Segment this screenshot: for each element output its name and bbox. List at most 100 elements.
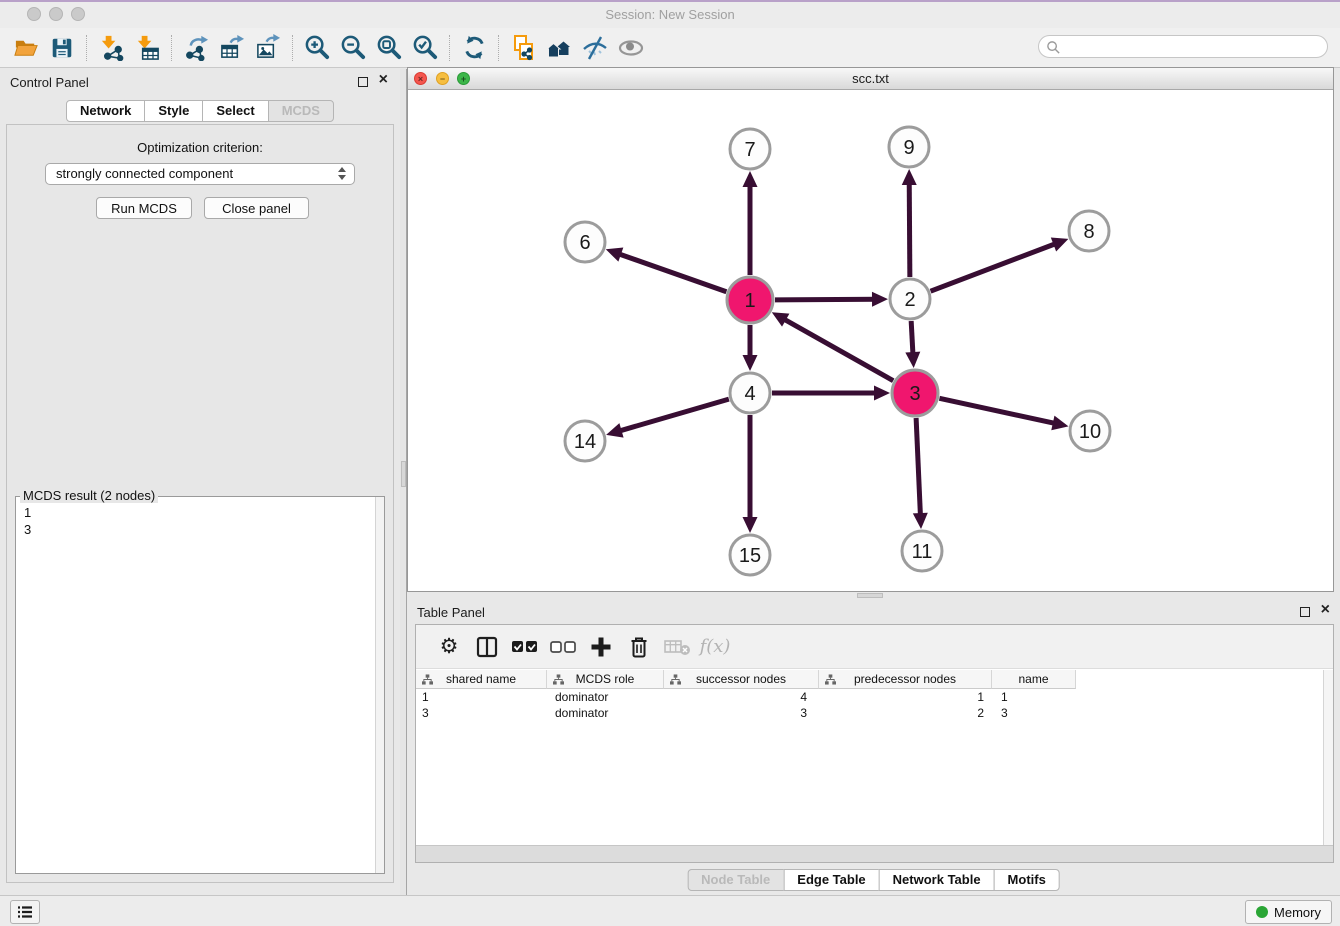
delete-table-button[interactable] [658,629,696,665]
function-builder-button[interactable]: f(x) [696,629,734,665]
import-table-button[interactable] [129,32,165,64]
network-canvas[interactable]: 7968124314101511 [408,91,1333,591]
show-all-button[interactable] [613,32,649,64]
edge-2-9[interactable] [909,179,910,277]
edge-3-11[interactable] [916,418,920,519]
edge-3-10[interactable] [939,398,1058,424]
table-cell: 2 [819,705,992,721]
application-window: Session: New Session Control Panel × [0,0,1340,926]
tab-style[interactable]: Style [144,100,203,122]
zoom-in-icon [304,34,331,61]
close-panel-icon[interactable]: × [379,71,388,89]
tab-network-table[interactable]: Network Table [879,869,995,891]
import-network-button[interactable] [93,32,129,64]
column-header-shared-name[interactable]: shared name [416,670,547,689]
horizontal-splitter[interactable] [407,592,1340,599]
open-file-button[interactable] [8,32,44,64]
show-hide-columns-button[interactable] [468,629,506,665]
export-table-button[interactable] [214,32,250,64]
trash-icon [629,635,649,659]
table-vertical-scrollbar[interactable] [1323,670,1333,845]
search-field[interactable] [1038,35,1328,58]
save-session-button[interactable] [44,32,80,64]
refresh-button[interactable] [456,32,492,64]
new-network-from-selection-button[interactable] [505,32,541,64]
zoom-fit-button[interactable] [371,32,407,64]
memory-button[interactable]: Memory [1245,900,1332,924]
tab-node-table[interactable]: Node Table [687,869,784,891]
settings-gear-button[interactable]: ⚙ [430,629,468,665]
tab-select[interactable]: Select [202,100,268,122]
export-network-button[interactable] [178,32,214,64]
control-panel-tabs: NetworkStyleSelectMCDS [0,100,400,122]
splitter-grip[interactable] [857,593,883,598]
first-neighbors-button[interactable] [541,32,577,64]
splitter-grip[interactable] [401,461,406,487]
table-row[interactable]: 1dominator411 [416,689,1323,705]
node-label: 14 [574,431,596,453]
mcds-result-line: 3 [24,521,374,538]
task-history-button[interactable] [10,900,40,924]
main-toolbar [0,28,1340,68]
delete-column-button[interactable] [620,629,658,665]
arrowhead-icon [905,352,920,368]
export-network-icon [183,34,210,61]
node-label: 8 [1083,221,1094,243]
column-header-successor-nodes[interactable]: successor nodes [664,670,819,689]
close-panel-button[interactable]: Close panel [204,197,309,219]
attribute-tree-icon [670,674,681,685]
arrowhead-icon [872,292,888,307]
tab-motifs[interactable]: Motifs [994,869,1060,891]
table-panel-title: Table Panel [417,605,485,620]
tab-mcds[interactable]: MCDS [268,100,334,122]
table-horizontal-scrollbar[interactable] [416,845,1333,862]
toolbar-separator [449,35,450,61]
add-column-button[interactable] [582,629,620,665]
checked-boxes-icon [512,636,539,658]
close-panel-icon[interactable]: × [1321,601,1330,619]
network-window-title: scc.txt [408,71,1333,86]
hide-selected-button[interactable] [577,32,613,64]
search-input[interactable] [1065,37,1319,56]
run-mcds-button[interactable]: Run MCDS [96,197,192,219]
zoom-out-button[interactable] [335,32,371,64]
table-row[interactable]: 3dominator323 [416,705,1323,721]
tab-network[interactable]: Network [66,100,145,122]
deselect-all-button[interactable] [544,629,582,665]
network-window-titlebar[interactable]: × − + scc.txt [408,68,1333,90]
zoom-selected-button[interactable] [407,32,443,64]
table-panel: Table Panel × ⚙ f(x) shared nameMCDS rol… [407,599,1340,895]
vertical-splitter[interactable] [400,69,407,895]
import-table-icon [134,34,161,61]
column-header-name[interactable]: name [992,670,1076,689]
gear-icon: ⚙ [440,636,459,658]
column-header-predecessor-nodes[interactable]: predecessor nodes [819,670,992,689]
criterion-dropdown[interactable]: strongly connected component [45,163,355,185]
result-scrollbar[interactable] [375,497,384,873]
table-toolbar: ⚙ f(x) [416,625,1333,669]
zoom-in-button[interactable] [299,32,335,64]
mcds-result-list[interactable]: 13 [17,500,374,872]
edge-2-8[interactable] [931,242,1060,291]
tab-edge-table[interactable]: Edge Table [783,869,879,891]
float-panel-icon[interactable] [358,77,368,87]
node-table: shared nameMCDS rolesuccessor nodesprede… [416,670,1323,845]
edge-1-2[interactable] [775,299,878,300]
select-all-button[interactable] [506,629,544,665]
attribute-tree-icon [825,674,836,685]
export-image-button[interactable] [250,32,286,64]
table-header-row: shared nameMCDS rolesuccessor nodesprede… [416,670,1323,689]
optimization-criterion-label: Optimization criterion: [7,140,393,155]
arrowhead-icon [913,513,928,529]
edge-4-14[interactable] [616,399,729,432]
table-cell: 1 [416,689,547,705]
toolbar-separator [86,35,87,61]
node-label: 4 [744,383,755,405]
mcds-result-line: 1 [24,504,374,521]
edge-3-1[interactable] [780,317,893,381]
column-header-MCDS-role[interactable]: MCDS role [547,670,664,689]
documents-share-icon [509,34,537,62]
edge-1-6[interactable] [615,253,726,292]
float-panel-icon[interactable] [1300,607,1310,617]
node-label: 2 [904,289,915,311]
